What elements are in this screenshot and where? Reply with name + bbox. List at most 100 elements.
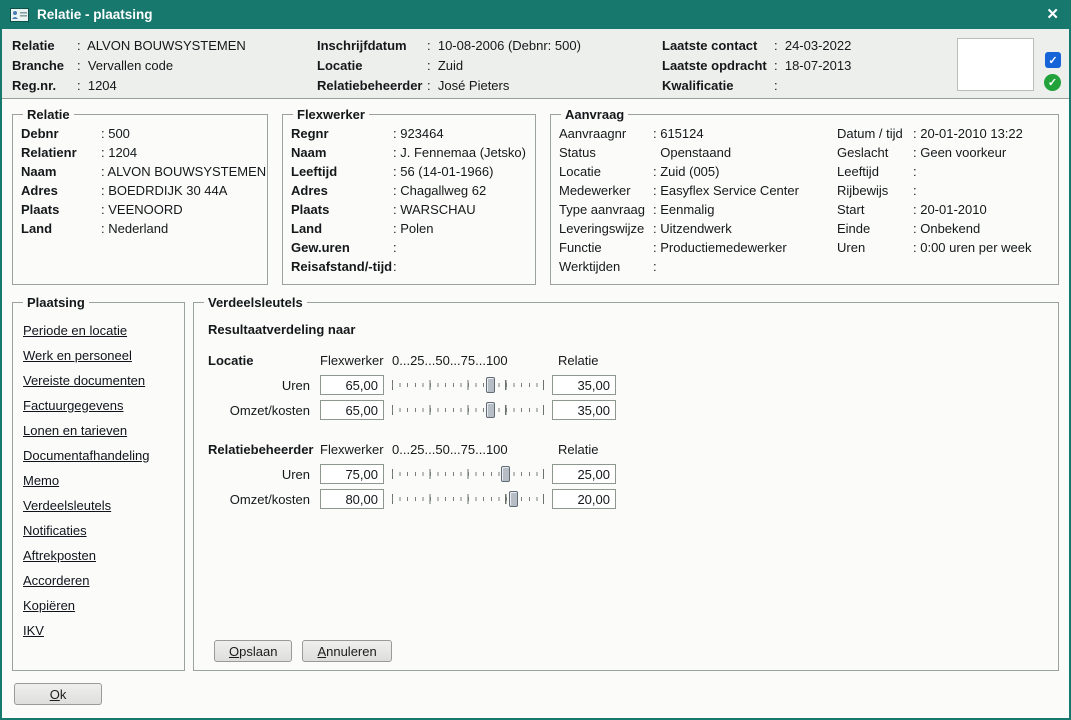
flexwerker-pct-input[interactable] (320, 375, 384, 395)
annuleren-button[interactable]: Annuleren (302, 640, 391, 662)
status-icon-column: ✓ ✓ (1034, 36, 1061, 91)
ratio-row-locatie-omzet: Omzet/kosten (208, 400, 1044, 420)
relatie-pct-input[interactable] (552, 375, 616, 395)
verdeelsleutels-legend: Verdeelsleutels (204, 295, 307, 310)
field-label: Medewerker (559, 181, 653, 200)
sidebar-item-lonen-en-tarieven[interactable]: Lonen en tarieven (23, 418, 127, 443)
dialog-content: Relatie Debnr: 500 Relatienr: 1204 Naam:… (2, 99, 1069, 718)
ratio-row-locatie-uren: Uren (208, 375, 1044, 395)
field-label: Werktijden (559, 257, 653, 276)
ratio-slider[interactable] (392, 401, 544, 419)
sidebar-item-werk-en-personeel[interactable]: Werk en personeel (23, 343, 132, 368)
column-header-relatie: Relatie (552, 442, 616, 457)
flexwerker-pct-input[interactable] (320, 489, 384, 509)
slider-handle[interactable] (509, 491, 518, 507)
flexwerker-pct-input[interactable] (320, 400, 384, 420)
ratio-row-beheerder-uren: Uren (208, 464, 1044, 484)
sidebar-item-periode-en-locatie[interactable]: Periode en locatie (23, 318, 127, 343)
field-value: : WARSCHAU (393, 200, 476, 219)
field-value: : Productiemedewerker (653, 238, 787, 257)
sidebar-item-vereiste-documenten[interactable]: Vereiste documenten (23, 368, 145, 393)
relatie-pct-input[interactable] (552, 489, 616, 509)
field-value: : (913, 181, 917, 200)
summary-fieldsets-row: Relatie Debnr: 500 Relatienr: 1204 Naam:… (12, 107, 1059, 285)
sidebar-item-notificaties[interactable]: Notificaties (23, 518, 87, 543)
field-value: : Onbekend (913, 219, 980, 238)
blue-checkbox-icon[interactable]: ✓ (1045, 52, 1061, 68)
button-label: k (60, 687, 67, 702)
field-label: Laatste opdracht (662, 56, 774, 76)
field-label: Datum / tijd (837, 124, 913, 143)
window-icon (10, 8, 29, 22)
info-col-3: Laatste contact: 24-03-2022 Laatste opdr… (662, 36, 957, 91)
window-title: Relatie - plaatsing (37, 7, 1038, 22)
field-label: Leveringswijze (559, 219, 653, 238)
field-value: : (393, 257, 397, 276)
sidebar-item-aftrekposten[interactable]: Aftrekposten (23, 543, 96, 568)
field-label: Branche (12, 56, 77, 76)
field-label: Uren (837, 238, 913, 257)
column-header-relatie: Relatie (552, 353, 616, 368)
sidebar-item-factuurgegevens[interactable]: Factuurgegevens (23, 393, 123, 418)
field-label: Relatienr (21, 143, 101, 162)
relatie-pct-input[interactable] (552, 400, 616, 420)
relatie-plaatsing-window: Relatie - plaatsing ✕ Relatie: ALVON BOU… (0, 0, 1071, 720)
field-value: : Geen voorkeur (913, 143, 1006, 162)
opslaan-button[interactable]: Opslaan (214, 640, 292, 662)
sidebar-item-memo[interactable]: Memo (23, 468, 59, 493)
sidebar-item-kopieren[interactable]: Kopiëren (23, 593, 75, 618)
field-value: : (393, 238, 397, 257)
field-label: Locatie (559, 162, 653, 181)
field-value: : Zuid (427, 56, 463, 76)
slider-ticks (392, 469, 544, 479)
column-header-flexwerker: Flexwerker (320, 442, 384, 457)
slider-handle[interactable] (486, 377, 495, 393)
field-label: Plaats (291, 200, 393, 219)
ratio-slider[interactable] (392, 465, 544, 483)
slider-handle[interactable] (501, 466, 510, 482)
field-value: : Polen (393, 219, 433, 238)
relatie-legend: Relatie (23, 107, 74, 122)
sidebar-item-verdeelsleutels[interactable]: Verdeelsleutels (23, 493, 111, 518)
field-label: Leeftijd (837, 162, 913, 181)
photo-placeholder (957, 38, 1034, 91)
field-label: Plaats (21, 200, 101, 219)
button-hotkey: O (50, 687, 60, 702)
plaatsing-legend: Plaatsing (23, 295, 89, 310)
plaatsing-nav-fieldset: Plaatsing Periode en locatie Werk en per… (12, 295, 185, 671)
plaatsing-nav: Periode en locatie Werk en personeel Ver… (21, 312, 176, 649)
field-label: Rijbewijs (837, 181, 913, 200)
relation-info-bar: Relatie: ALVON BOUWSYSTEMEN Branche: Ver… (2, 29, 1069, 99)
aanvraag-col-left: Aanvraagnr: 615124 Status Openstaand Loc… (559, 124, 837, 276)
field-label: Einde (837, 219, 913, 238)
aanvraag-fieldset: Aanvraag Aanvraagnr: 615124 Status Opens… (550, 107, 1059, 285)
field-value: : 20-01-2010 13:22 (913, 124, 1023, 143)
close-icon[interactable]: ✕ (1046, 7, 1059, 22)
field-label: Leeftijd (291, 162, 393, 181)
ok-button[interactable]: Ok (14, 683, 102, 705)
slider-scale-header: 0...25...50...75...100 (392, 442, 544, 457)
field-value: : 0:00 uren per week (913, 238, 1032, 257)
flexwerker-pct-input[interactable] (320, 464, 384, 484)
field-value: : 615124 (653, 124, 704, 143)
slider-handle[interactable] (486, 402, 495, 418)
sidebar-item-ikv[interactable]: IKV (23, 618, 44, 643)
row-label: Uren (208, 378, 320, 393)
relatie-pct-input[interactable] (552, 464, 616, 484)
sidebar-item-documentafhandeling[interactable]: Documentafhandeling (23, 443, 149, 468)
field-value: : Nederland (101, 219, 168, 238)
field-label: Naam (291, 143, 393, 162)
info-col-1: Relatie: ALVON BOUWSYSTEMEN Branche: Ver… (12, 36, 317, 91)
aanvraag-legend: Aanvraag (561, 107, 628, 122)
field-label: Adres (291, 181, 393, 200)
field-label: Inschrijfdatum (317, 36, 427, 56)
field-value: : ALVON BOUWSYSTEMEN (101, 162, 266, 181)
ratio-slider[interactable] (392, 490, 544, 508)
sidebar-item-accorderen[interactable]: Accorderen (23, 568, 89, 593)
ratio-slider[interactable] (392, 376, 544, 394)
field-value: : Eenmalig (653, 200, 714, 219)
field-value: : VEENOORD (101, 200, 183, 219)
field-value: : 1204 (101, 143, 137, 162)
relatie-fieldset: Relatie Debnr: 500 Relatienr: 1204 Naam:… (12, 107, 268, 285)
field-value: : 18-07-2013 (774, 56, 851, 76)
